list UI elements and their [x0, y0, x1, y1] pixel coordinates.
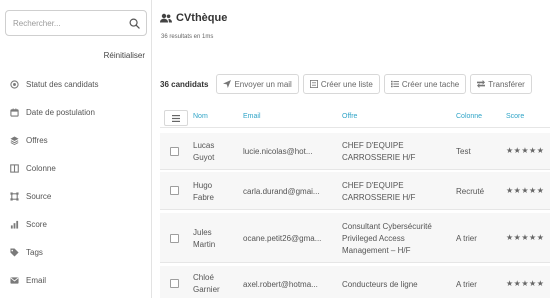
send-icon [223, 80, 232, 88]
create-task-label: Créer une tache [401, 79, 460, 89]
envelope-icon [9, 275, 19, 285]
candidate-last-name[interactable]: Fabre [193, 192, 214, 203]
bars-icon [9, 219, 19, 229]
tasks-icon [390, 80, 399, 88]
filter-source[interactable]: Source [0, 182, 152, 210]
candidates-table: Nom Email Offre Colonne Score Lucas Guyo… [160, 108, 550, 298]
offer-line: CHEF D'EQUIPE [342, 181, 404, 190]
candidates-count: 36 candidats [160, 79, 209, 89]
score-stars[interactable]: ★★★★★ [506, 146, 544, 155]
send-mail-button[interactable]: Envoyer un mail [216, 74, 299, 94]
create-task-button[interactable]: Créer une tache [383, 74, 467, 94]
transfer-icon [477, 80, 486, 88]
filter-statut[interactable]: Statut des candidats [0, 70, 152, 98]
header-name[interactable]: Nom [193, 113, 208, 120]
candidate-first-name[interactable]: Hugo [193, 180, 212, 191]
candidate-email: lucie.nicolas@hot... [243, 147, 313, 156]
filter-date[interactable]: Date de postulation [0, 98, 152, 126]
offer-line: CARROSSERIE H/F [342, 153, 416, 162]
column-value: A trier [456, 234, 477, 243]
offer-line: Management – H/F [342, 246, 411, 255]
row-checkbox[interactable] [170, 279, 179, 288]
header-offer[interactable]: Offre [342, 113, 357, 120]
row-checkbox[interactable] [170, 234, 179, 243]
table-row[interactable]: Jules Martin ocane.petit26@gma... Consul… [160, 213, 550, 263]
menu-icon [172, 114, 180, 122]
candidate-first-name[interactable]: Lucas [193, 140, 214, 151]
users-icon [160, 13, 172, 23]
column-value: A trier [456, 280, 477, 289]
score-stars[interactable]: ★★★★★ [506, 186, 544, 195]
row-checkbox[interactable] [170, 186, 179, 195]
filter-colonne[interactable]: Colonne [0, 154, 152, 182]
table-row[interactable]: Hugo Fabre carla.durand@gmai... CHEF D'E… [160, 172, 550, 210]
column-value: Test [456, 147, 471, 156]
filter-label: Colonne [26, 163, 56, 173]
offer-line: Consultant Cybersécurité [342, 222, 432, 231]
column-value: Recruté [456, 187, 485, 196]
header-column[interactable]: Colonne [456, 113, 482, 120]
toolbar: 36 candidats Envoyer un mail Créer une l… [160, 74, 536, 94]
sidebar: Réinitialiser Statut des candidats Date … [0, 0, 152, 298]
filter-label: Offres [26, 135, 48, 145]
page-title: CVthèque [160, 12, 227, 24]
row-checkbox[interactable] [170, 147, 179, 156]
search-box[interactable] [5, 10, 147, 36]
transfer-label: Transférer [488, 79, 525, 89]
table-row[interactable]: Chloé Garnier axel.robert@hotma... Condu… [160, 266, 550, 298]
column-menu-button[interactable] [164, 110, 188, 126]
filter-label: Statut des candidats [26, 79, 99, 89]
table-row[interactable]: Lucas Guyot lucie.nicolas@hot... CHEF D'… [160, 133, 550, 170]
filter-list: Statut des candidats Date de postulation… [0, 70, 152, 294]
calendar-icon [9, 107, 19, 117]
create-list-button[interactable]: Créer une liste [302, 74, 380, 94]
create-list-label: Créer une liste [320, 79, 373, 89]
reset-link[interactable]: Réinitialiser [104, 51, 145, 60]
filter-label: Email [26, 275, 47, 285]
circle-icon [9, 79, 19, 89]
filter-offres[interactable]: Offres [0, 126, 152, 154]
offer-line: CHEF D'EQUIPE [342, 141, 404, 150]
filter-score[interactable]: Score [0, 210, 152, 238]
candidate-email: ocane.petit26@gma... [243, 234, 322, 243]
candidate-last-name[interactable]: Martin [193, 239, 215, 250]
table-header: Nom Email Offre Colonne Score [160, 108, 550, 128]
offer-line: Conducteurs de ligne [342, 280, 418, 289]
score-stars[interactable]: ★★★★★ [506, 233, 544, 242]
results-count: 36 resultats en 1ms [161, 34, 214, 40]
candidate-last-name[interactable]: Garnier [193, 284, 220, 295]
filter-label: Date de postulation [26, 107, 95, 117]
columns-icon [9, 163, 19, 173]
search-input[interactable] [13, 18, 128, 28]
tag-icon [9, 247, 19, 257]
filter-tags[interactable]: Tags [0, 238, 152, 266]
list-box-icon [309, 80, 318, 88]
filter-label: Source [26, 191, 52, 201]
send-mail-label: Envoyer un mail [234, 79, 292, 89]
offer-line: CARROSSERIE H/F [342, 193, 416, 202]
offer-line: Privileged Access [342, 234, 405, 243]
page-title-text: CVthèque [176, 12, 228, 24]
candidate-email: axel.robert@hotma... [243, 280, 318, 289]
source-icon [9, 191, 19, 201]
transfer-button[interactable]: Transférer [470, 74, 532, 94]
main-panel: CVthèque 36 resultats en 1ms 36 candidat… [152, 0, 550, 298]
header-email[interactable]: Email [243, 113, 261, 120]
header-score[interactable]: Score [506, 113, 524, 120]
candidate-first-name[interactable]: Jules [193, 227, 212, 238]
search-icon[interactable] [128, 17, 140, 29]
candidate-last-name[interactable]: Guyot [193, 152, 214, 163]
filter-label: Tags [26, 247, 43, 257]
filter-email[interactable]: Email [0, 266, 152, 294]
candidate-email: carla.durand@gmai... [243, 187, 320, 196]
score-stars[interactable]: ★★★★★ [506, 279, 544, 288]
candidate-first-name[interactable]: Chloé [193, 272, 214, 283]
filter-label: Score [26, 219, 47, 229]
layers-icon [9, 135, 19, 145]
